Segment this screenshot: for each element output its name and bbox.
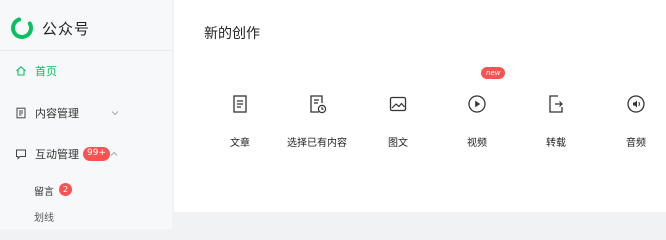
wechat-official-account-logo-icon [11, 17, 33, 39]
video-play-icon [468, 95, 486, 113]
brand-name: 公众号 [42, 19, 91, 38]
sidebar-item-home[interactable]: 首页 [0, 57, 172, 85]
create-item-label: 音频 [626, 138, 646, 149]
section-title: 新的创作 [204, 26, 260, 42]
create-article-button[interactable]: 文章 [200, 94, 280, 154]
select-existing-content-button[interactable]: 选择已有内容 [277, 94, 357, 154]
chevron-down-icon[interactable] [110, 108, 120, 118]
sidebar-subitem-label: 留言 [34, 186, 54, 198]
history-document-icon [310, 95, 327, 114]
sidebar-item-content-management[interactable]: 内容管理 [0, 99, 172, 127]
image-icon [389, 96, 407, 112]
sidebar-item-label: 首页 [35, 65, 57, 78]
sidebar: 公众号 首页 内容管理 互动管理 99+ 留言 2 划线 [0, 0, 172, 229]
repost-icon [549, 95, 563, 113]
page-background [174, 212, 666, 229]
article-icon [233, 95, 247, 113]
sidebar-item-label: 内容管理 [35, 107, 79, 120]
brand[interactable]: 公众号 [10, 13, 90, 43]
sidebar-subitem-label: 划线 [34, 212, 54, 224]
create-item-label: 选择已有内容 [287, 138, 347, 149]
app-window: 公众号 首页 内容管理 互动管理 99+ 留言 2 划线 新的创作 new 文章… [0, 0, 666, 229]
home-icon [16, 66, 26, 76]
create-item-label: 图文 [388, 138, 408, 149]
sidebar-item-label: 互动管理 [35, 148, 79, 161]
create-repost-button[interactable]: 转载 [516, 94, 596, 154]
chat-icon [16, 149, 26, 160]
new-badge: new [481, 67, 506, 79]
create-video-button[interactable]: 视频 [437, 94, 517, 154]
new-creation-card: 新的创作 new 文章 选择已有内容 图文 视频 转载 音频 [174, 0, 666, 212]
create-audio-button[interactable]: 音频 [596, 94, 666, 154]
create-image-text-button[interactable]: 图文 [358, 94, 438, 154]
chevron-up-icon[interactable] [109, 149, 119, 159]
create-item-label: 转载 [546, 138, 566, 149]
sidebar-item-interaction-management[interactable]: 互动管理 99+ [0, 140, 172, 168]
comments-count-badge: 2 [59, 183, 72, 196]
sidebar-subitem-underlines[interactable]: 划线 [34, 206, 54, 226]
create-item-label: 视频 [467, 138, 487, 149]
document-icon [16, 107, 26, 119]
audio-icon [627, 95, 645, 113]
create-item-label: 文章 [230, 138, 250, 149]
divider [0, 50, 172, 51]
sidebar-subitem-comments[interactable]: 留言 2 [34, 180, 72, 200]
unread-count-badge: 99+ [83, 147, 110, 161]
